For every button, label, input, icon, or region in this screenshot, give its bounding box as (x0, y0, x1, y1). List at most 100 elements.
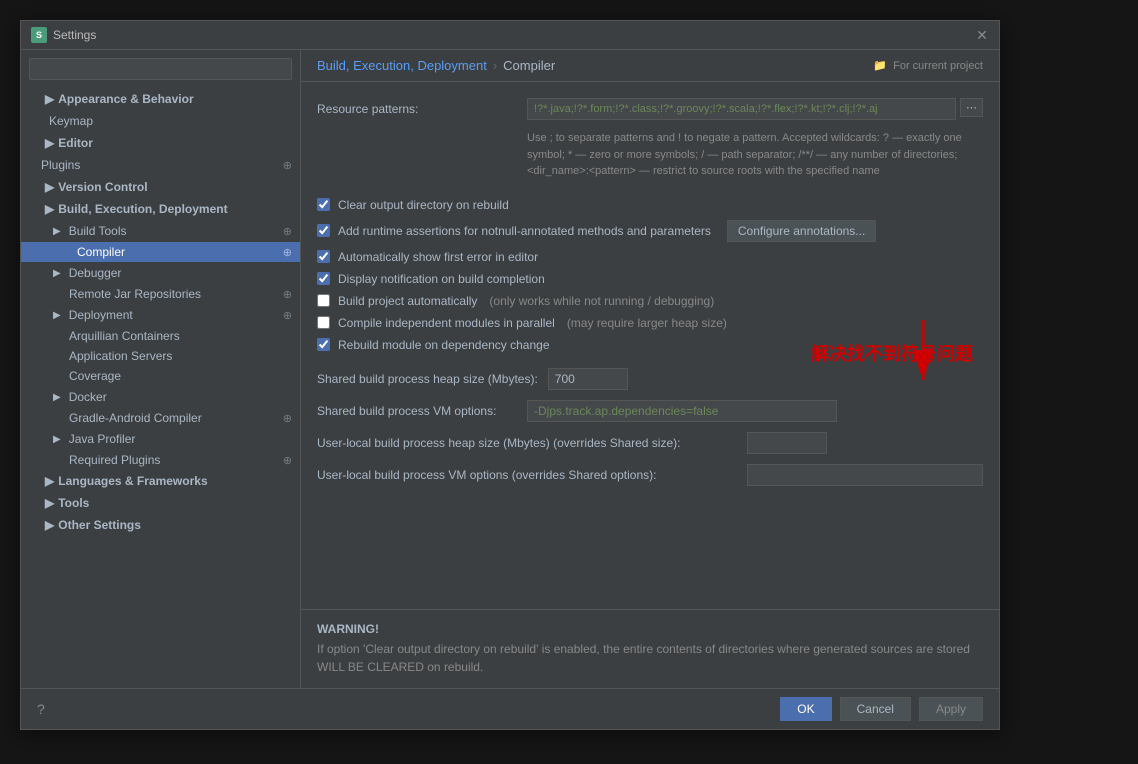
sidebar-item-keymap[interactable]: Keymap (21, 110, 300, 132)
sidebar-item-label: Build, Execution, Deployment (58, 202, 227, 216)
sidebar-item-java-profiler[interactable]: ▶ Java Profiler (21, 428, 300, 450)
user-vm-label: User-local build process VM options (ove… (317, 468, 737, 482)
sidebar-item-label: Required Plugins (69, 453, 160, 467)
configure-annotations-button[interactable]: Configure annotations... (727, 220, 876, 242)
dialog-icon: S (31, 27, 47, 43)
vm-options-row: Shared build process VM options: (317, 400, 983, 422)
sidebar-item-arquillian[interactable]: Arquillian Containers (21, 326, 300, 346)
expand-button[interactable]: ⋯ (960, 98, 983, 117)
sidebar-item-languages[interactable]: ▶ Languages & Frameworks (21, 470, 300, 492)
user-vm-input[interactable] (747, 464, 983, 486)
sidebar-item-label: Docker (69, 390, 107, 404)
cancel-button[interactable]: Cancel (840, 697, 911, 721)
settings-dialog: S Settings ✕ ▶ Appearance & Behavior Ke (20, 20, 1000, 730)
compile-parallel-checkbox[interactable] (317, 316, 330, 329)
heap-size-row: Shared build process heap size (Mbytes): (317, 368, 983, 390)
copy-icon: ⊕ (283, 309, 292, 322)
arrow-icon: ▶ (45, 180, 54, 194)
clear-output-label[interactable]: Clear output directory on rebuild (338, 198, 509, 212)
sidebar-item-build-execution[interactable]: ▶ Build, Execution, Deployment (21, 198, 300, 220)
rebuild-dependency-label[interactable]: Rebuild module on dependency change (338, 338, 550, 352)
breadcrumb-part2: Compiler (503, 58, 555, 73)
checkbox-compile-parallel: Compile independent modules in parallel … (317, 316, 983, 330)
sidebar-item-other[interactable]: ▶ Other Settings (21, 514, 300, 536)
content-area: Resource patterns: ⋯ Use ; to separate p… (301, 82, 999, 609)
sidebar-item-label: Compiler (77, 245, 125, 259)
build-auto-label[interactable]: Build project automatically (338, 294, 477, 308)
resource-patterns-input[interactable] (527, 98, 956, 120)
display-notification-label[interactable]: Display notification on build completion (338, 272, 545, 286)
sidebar-item-label: Gradle-Android Compiler (69, 411, 202, 425)
sidebar-item-label: Version Control (58, 180, 147, 194)
rebuild-dependency-checkbox[interactable] (317, 338, 330, 351)
copy-icon: ⊕ (283, 246, 292, 259)
breadcrumb-part1[interactable]: Build, Execution, Deployment (317, 58, 487, 73)
arrow-icon: ▶ (53, 392, 61, 403)
checkbox-build-auto: Build project automatically (only works … (317, 294, 983, 308)
breadcrumb: Build, Execution, Deployment › Compiler … (301, 50, 999, 82)
compile-parallel-label[interactable]: Compile independent modules in parallel (338, 316, 555, 330)
sidebar-item-build-tools[interactable]: ▶ Build Tools ⊕ (21, 220, 300, 242)
checkbox-clear-output: Clear output directory on rebuild (317, 198, 983, 212)
sidebar-item-debugger[interactable]: ▶ Debugger (21, 262, 300, 284)
user-heap-input[interactable] (747, 432, 827, 454)
warning-title: WARNING! (317, 622, 983, 636)
clear-output-checkbox[interactable] (317, 198, 330, 211)
heap-size-input[interactable] (548, 368, 628, 390)
sidebar-item-coverage[interactable]: Coverage (21, 366, 300, 386)
search-box (21, 50, 300, 88)
apply-button[interactable]: Apply (919, 697, 983, 721)
copy-icon: ⊕ (283, 454, 292, 467)
sidebar-item-plugins[interactable]: Plugins ⊕ (21, 154, 300, 176)
user-heap-row: User-local build process heap size (Mbyt… (317, 432, 983, 454)
close-button[interactable]: ✕ (975, 28, 989, 42)
vm-options-container: Shared build process VM options: (317, 400, 983, 422)
sidebar-item-compiler[interactable]: Compiler ⊕ (21, 242, 300, 262)
sidebar-item-remote-jar[interactable]: Remote Jar Repositories ⊕ (21, 284, 300, 304)
runtime-assertions-label[interactable]: Add runtime assertions for notnull-annot… (338, 224, 711, 238)
sidebar-item-label: Debugger (69, 266, 122, 280)
sidebar-item-version-control[interactable]: ▶ Version Control (21, 176, 300, 198)
user-vm-row: User-local build process VM options (ove… (317, 464, 983, 486)
sidebar-item-label: Build Tools (69, 224, 127, 238)
sidebar-item-app-servers[interactable]: Application Servers (21, 346, 300, 366)
sidebar-item-label: Application Servers (69, 349, 172, 363)
help-button[interactable]: ? (37, 701, 45, 717)
sidebar-item-label: Java Profiler (69, 432, 136, 446)
ok-button[interactable]: OK (780, 697, 831, 721)
sidebar-item-editor[interactable]: ▶ Editor (21, 132, 300, 154)
resource-patterns-row: Resource patterns: ⋯ (317, 98, 983, 120)
runtime-assertions-checkbox[interactable] (317, 224, 330, 237)
titlebar: S Settings ✕ (21, 21, 999, 50)
arrow-icon: ▶ (45, 496, 54, 510)
titlebar-left: S Settings (31, 27, 96, 43)
sidebar-item-tools[interactable]: ▶ Tools (21, 492, 300, 514)
arrow-icon: ▶ (53, 310, 61, 321)
search-input[interactable] (29, 58, 292, 80)
arrow-icon: ▶ (53, 434, 61, 445)
sidebar-item-label: Languages & Frameworks (58, 474, 207, 488)
sidebar-item-label: Coverage (69, 369, 121, 383)
sidebar-item-gradle-android[interactable]: Gradle-Android Compiler ⊕ (21, 408, 300, 428)
build-auto-checkbox[interactable] (317, 294, 330, 307)
user-heap-label: User-local build process heap size (Mbyt… (317, 436, 737, 450)
sidebar: ▶ Appearance & Behavior Keymap ▶ Editor … (21, 50, 301, 688)
sidebar-item-required-plugins[interactable]: Required Plugins ⊕ (21, 450, 300, 470)
help-text-area: Use ; to separate patterns and ! to nega… (527, 130, 983, 180)
copy-icon: ⊕ (283, 225, 292, 238)
sidebar-item-docker[interactable]: ▶ Docker (21, 386, 300, 408)
display-notification-checkbox[interactable] (317, 272, 330, 285)
vm-options-input[interactable] (527, 400, 837, 422)
sidebar-item-deployment[interactable]: ▶ Deployment ⊕ (21, 304, 300, 326)
sidebar-item-appearance[interactable]: ▶ Appearance & Behavior (21, 88, 300, 110)
arrow-icon: ▶ (53, 226, 61, 237)
arrow-icon: ▶ (45, 202, 54, 216)
project-icon: 📁 (873, 60, 887, 72)
show-error-checkbox[interactable] (317, 250, 330, 263)
show-error-label[interactable]: Automatically show first error in editor (338, 250, 538, 264)
sidebar-item-label: Plugins (41, 158, 80, 172)
copy-icon: ⊕ (283, 159, 292, 172)
sidebar-item-label: Deployment (69, 308, 133, 322)
dialog-body: ▶ Appearance & Behavior Keymap ▶ Editor … (21, 50, 999, 688)
copy-icon: ⊕ (283, 412, 292, 425)
